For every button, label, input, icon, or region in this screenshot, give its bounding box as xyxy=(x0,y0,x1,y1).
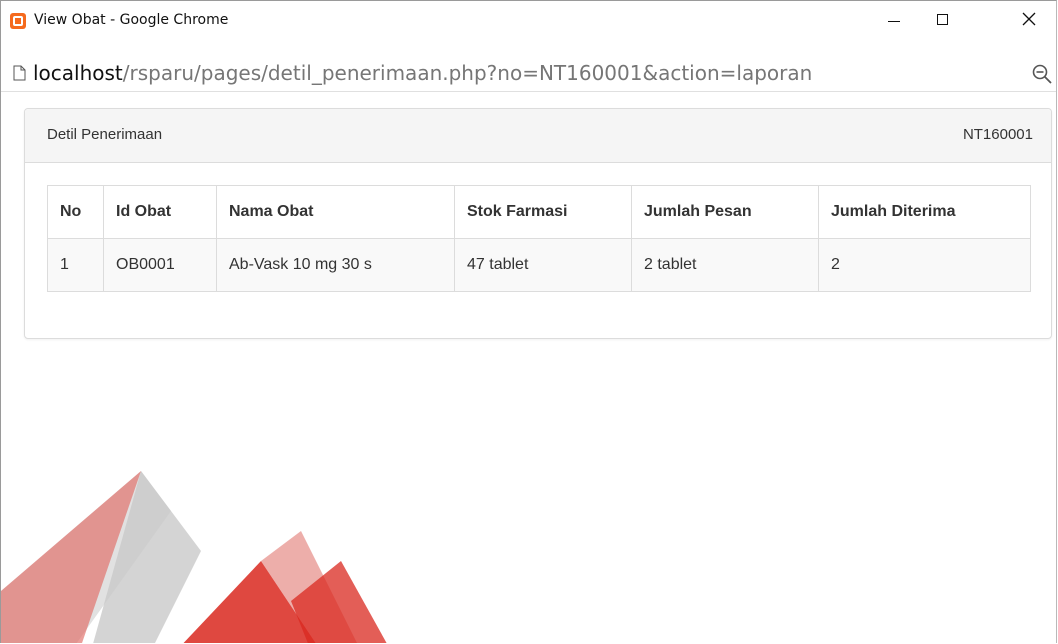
table-row: 1 OB0001 Ab-Vask 10 mg 30 s 47 tablet 2 … xyxy=(47,238,1031,292)
close-icon xyxy=(1022,12,1036,26)
close-button[interactable] xyxy=(1006,1,1052,37)
cell-no: 1 xyxy=(47,238,104,292)
col-header-id-obat: Id Obat xyxy=(103,185,217,239)
maximize-icon xyxy=(936,13,948,25)
col-header-nama-obat: Nama Obat xyxy=(216,185,455,239)
detail-table: No Id Obat Nama Obat Stok Farmasi Jumlah… xyxy=(47,185,1031,292)
address-bar[interactable]: localhost/rsparu/pages/detil_penerimaan.… xyxy=(1,57,1056,92)
cell-nama-obat: Ab-Vask 10 mg 30 s xyxy=(216,238,455,292)
app-icon xyxy=(10,13,26,29)
window-title: View Obat - Google Chrome xyxy=(34,12,229,28)
title-bar: View Obat - Google Chrome xyxy=(1,1,1056,51)
cell-stok-farmasi: 47 tablet xyxy=(454,238,632,292)
watermark-logo xyxy=(1,471,387,643)
cell-jumlah-pesan: 2 tablet xyxy=(631,238,819,292)
table-header-row: No Id Obat Nama Obat Stok Farmasi Jumlah… xyxy=(47,185,1031,239)
cell-id-obat: OB0001 xyxy=(103,238,217,292)
receipt-number: NT160001 xyxy=(962,126,1033,143)
browser-window: View Obat - Google Chrome localhost/rspa… xyxy=(0,0,1057,643)
minimize-button[interactable] xyxy=(871,1,917,37)
panel-title: Detil Penerimaan xyxy=(47,126,163,143)
col-header-jumlah-diterima: Jumlah Diterima xyxy=(818,185,1031,239)
col-header-jumlah-pesan: Jumlah Pesan xyxy=(631,185,819,239)
cell-jumlah-diterima: 2 xyxy=(818,238,1031,292)
col-header-no: No xyxy=(47,185,104,239)
minimize-icon xyxy=(888,20,900,22)
url-host: localhost xyxy=(33,61,123,85)
detail-panel: Detil Penerimaan NT160001 No Id Obat Nam… xyxy=(24,108,1052,339)
url-text[interactable]: localhost/rsparu/pages/detil_penerimaan.… xyxy=(33,61,812,85)
zoom-out-icon[interactable] xyxy=(1031,63,1053,85)
url-path: /rsparu/pages/detil_penerimaan.php?no=NT… xyxy=(122,61,813,85)
panel-heading: Detil Penerimaan NT160001 xyxy=(25,109,1051,163)
maximize-button[interactable] xyxy=(919,1,965,37)
page-icon xyxy=(13,65,26,81)
col-header-stok-farmasi: Stok Farmasi xyxy=(454,185,632,239)
